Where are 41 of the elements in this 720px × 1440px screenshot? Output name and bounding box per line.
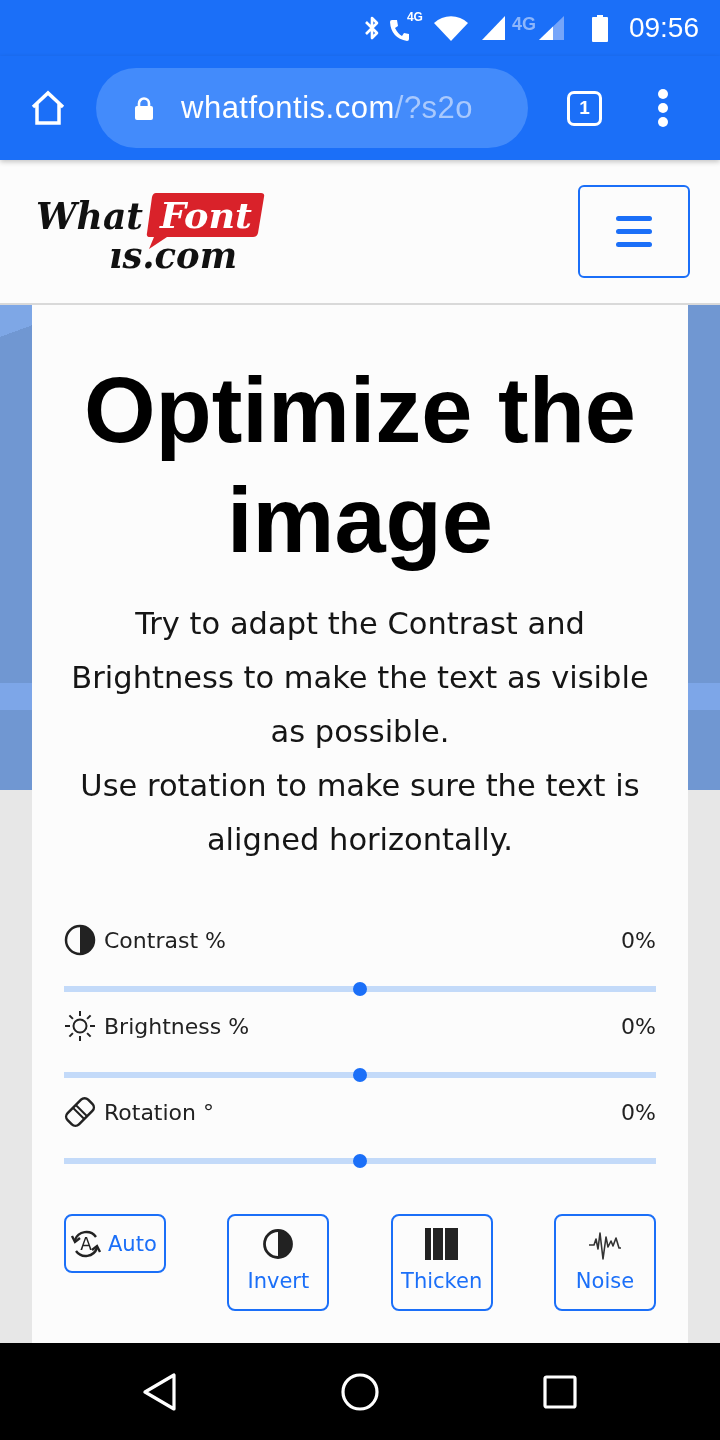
wifi-icon: [433, 15, 468, 41]
bluetooth-icon: [363, 15, 380, 41]
slider-value: 0%: [621, 927, 656, 953]
contrast-icon: [262, 1228, 295, 1260]
slider-thumb[interactable]: [353, 1068, 367, 1082]
home-icon[interactable]: [30, 90, 66, 126]
filter-button[interactable]: Thicken: [390, 1214, 493, 1311]
slider-label: Brightness %: [104, 1013, 250, 1039]
contrast-icon: [64, 924, 96, 956]
signal-icon: [538, 16, 564, 40]
slider-thumb[interactable]: [353, 1154, 367, 1168]
menu-icon: [616, 216, 652, 247]
signal-icon: [481, 16, 505, 40]
slider-label: Contrast %: [104, 927, 226, 953]
slider-label: Rotation °: [104, 1099, 214, 1125]
logo-badge[interactable]: Font: [146, 192, 265, 249]
slider-value: 0%: [621, 1099, 656, 1125]
url-text: whatfontis.com/?s2o: [181, 90, 474, 126]
lock-icon: [135, 96, 153, 120]
filter-button[interactable]: Invert: [227, 1214, 330, 1311]
slider-thumb[interactable]: [353, 982, 367, 996]
filter-button[interactable]: A Auto: [64, 1214, 166, 1273]
network-label: 4G: [511, 13, 536, 35]
menu-button[interactable]: [578, 185, 690, 278]
back-icon[interactable]: [143, 1372, 177, 1411]
sun-icon: [64, 1010, 96, 1042]
bars-icon: [425, 1228, 459, 1260]
clock-time: 09:56: [628, 12, 699, 44]
slider-value: 0%: [621, 1013, 656, 1039]
tab-count-button[interactable]: 1: [567, 90, 602, 126]
recent-apps-icon[interactable]: [543, 1374, 577, 1409]
instruction-text: Use rotation to make sure the text is aligned horizontally.: [79, 767, 641, 859]
home-circle-icon[interactable]: [341, 1372, 379, 1411]
more-menu-icon[interactable]: [657, 88, 669, 128]
page-title: Optimize the image: [82, 358, 637, 573]
network-label: 4G: [406, 10, 423, 24]
battery-icon: [591, 14, 608, 42]
instruction-text: Try to adapt the Contrast and Brightness to make the text as visible as possible.: [70, 605, 650, 751]
rotate-icon: [64, 1096, 96, 1128]
filter-button[interactable]: Noise: [554, 1214, 656, 1311]
address-bar[interactable]: whatfontis.com/?s2o: [96, 68, 528, 148]
